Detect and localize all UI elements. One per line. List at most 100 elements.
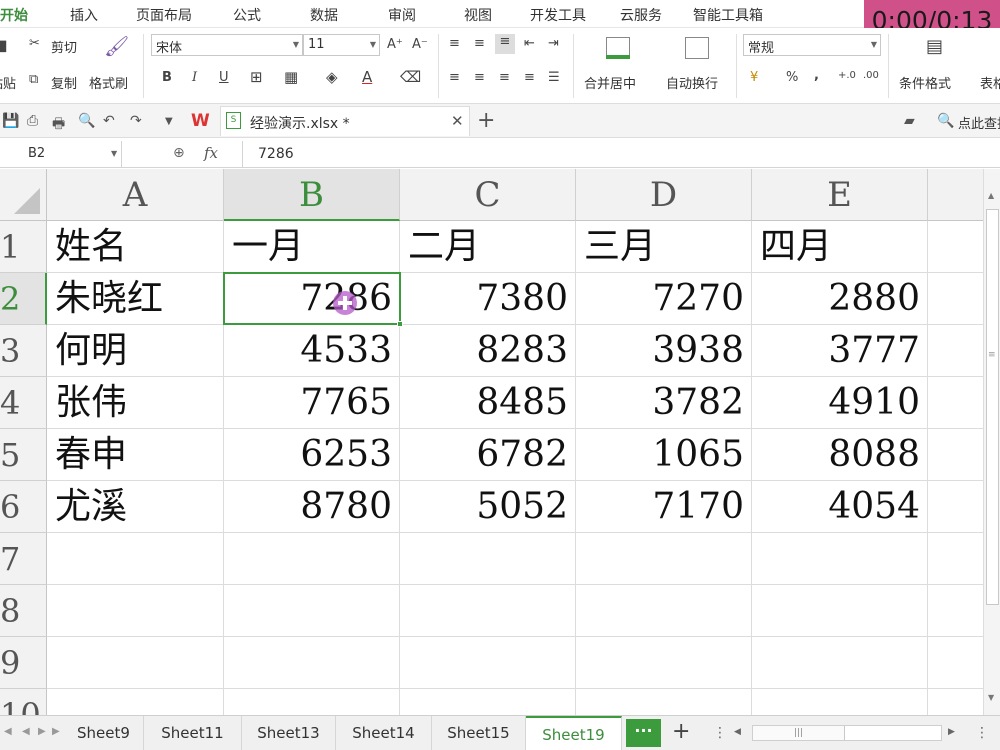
distributed-align-icon[interactable]: ☰ bbox=[548, 70, 560, 85]
cell-c10[interactable] bbox=[400, 689, 576, 715]
indent-decrease-icon[interactable]: ⇤ bbox=[524, 36, 535, 51]
menu-cloud[interactable]: 云服务 bbox=[620, 5, 662, 25]
font-name-select[interactable]: 宋体 ▼ bbox=[151, 34, 303, 56]
cell-c2[interactable]: 7380 bbox=[400, 273, 576, 325]
cell-b3[interactable]: 4533 bbox=[224, 325, 400, 377]
cell-a2[interactable]: 朱晓红 bbox=[47, 273, 224, 325]
row-header[interactable]: 5 bbox=[0, 429, 47, 481]
horizontal-scrollbar[interactable]: ||| bbox=[752, 725, 942, 741]
cell-e1[interactable]: 四月 bbox=[752, 221, 928, 273]
cell-e9[interactable] bbox=[752, 637, 928, 689]
save-icon[interactable]: 💾 bbox=[2, 113, 19, 129]
horizontal-scroll-thumb[interactable]: ||| bbox=[753, 726, 845, 740]
row-header[interactable]: 6 bbox=[0, 481, 47, 533]
cell-d4[interactable]: 3782 bbox=[576, 377, 752, 429]
row-header[interactable]: 1 bbox=[0, 221, 47, 273]
italic-button[interactable]: I bbox=[192, 70, 197, 85]
more-sheets-button[interactable]: ··· bbox=[626, 719, 661, 747]
cell-c4[interactable]: 8485 bbox=[400, 377, 576, 429]
cell-a8[interactable] bbox=[47, 585, 224, 637]
split-handle-icon[interactable]: ⋮ bbox=[975, 725, 989, 741]
cell-d9[interactable] bbox=[576, 637, 752, 689]
undo-icon[interactable]: ↶ bbox=[103, 113, 115, 129]
copy-button[interactable]: 复制 bbox=[51, 73, 77, 92]
export-pdf-icon[interactable]: ⎙ bbox=[27, 113, 38, 129]
scroll-down-icon[interactable]: ▼ bbox=[988, 693, 994, 702]
cell-c7[interactable] bbox=[400, 533, 576, 585]
increase-decimal-icon[interactable]: +.0 bbox=[838, 70, 856, 81]
cell-f7[interactable] bbox=[928, 533, 983, 585]
row-header[interactable]: 10 bbox=[0, 689, 47, 715]
cell-d5[interactable]: 1065 bbox=[576, 429, 752, 481]
redo-icon[interactable]: ↷ bbox=[130, 113, 142, 129]
font-shrink-button[interactable]: A⁻ bbox=[412, 37, 428, 52]
align-justify-icon[interactable]: ≡ bbox=[524, 70, 535, 85]
sheet-tab[interactable]: Sheet9 bbox=[64, 716, 144, 750]
sheet-tab[interactable]: Sheet11 bbox=[144, 716, 242, 750]
wrap-text-button[interactable]: 自动换行 bbox=[666, 73, 718, 92]
menu-view[interactable]: 视图 bbox=[464, 5, 492, 25]
align-bottom-icon[interactable]: ≡ bbox=[495, 34, 515, 54]
cell-b9[interactable] bbox=[224, 637, 400, 689]
menu-review[interactable]: 审阅 bbox=[388, 5, 416, 25]
cell-a5[interactable]: 春申 bbox=[47, 429, 224, 481]
format-painter-button[interactable]: 格式刷 bbox=[89, 73, 128, 92]
cell-d6[interactable]: 7170 bbox=[576, 481, 752, 533]
sheet-tab[interactable]: Sheet15 bbox=[432, 716, 526, 750]
cell-d1[interactable]: 三月 bbox=[576, 221, 752, 273]
print-preview-icon[interactable]: 🔍 bbox=[78, 113, 95, 129]
cell-a7[interactable] bbox=[47, 533, 224, 585]
sheet-tab[interactable]: Sheet14 bbox=[336, 716, 432, 750]
paste-button[interactable]: 粘贴 bbox=[0, 73, 16, 92]
cell-b2[interactable]: 7286 bbox=[224, 273, 400, 325]
cell-b7[interactable] bbox=[224, 533, 400, 585]
formula-input[interactable]: 7286 bbox=[242, 141, 1000, 168]
cell-f3[interactable] bbox=[928, 325, 983, 377]
cell-e2[interactable]: 2880 bbox=[752, 273, 928, 325]
command-search-input[interactable]: 点此查找命令 bbox=[958, 113, 1000, 132]
menu-smart-toolbox[interactable]: 智能工具箱 bbox=[693, 5, 763, 25]
cell-e10[interactable] bbox=[752, 689, 928, 715]
cell-fill-pattern-icon[interactable]: ▦ bbox=[284, 68, 298, 86]
thousands-separator-button[interactable]: , bbox=[814, 68, 819, 83]
add-sheet-button[interactable]: + bbox=[672, 719, 690, 744]
print-icon[interactable]: 🖶 bbox=[52, 113, 65, 137]
vertical-scroll-thumb[interactable]: ≡ bbox=[986, 209, 999, 605]
tab-scroll-left-icon[interactable]: ⋮ bbox=[713, 725, 727, 741]
cell-f8[interactable] bbox=[928, 585, 983, 637]
cell-b6[interactable]: 8780 bbox=[224, 481, 400, 533]
column-header-e[interactable]: E bbox=[752, 169, 928, 221]
fill-color-icon[interactable]: ◈ bbox=[326, 68, 338, 86]
insert-function-button[interactable]: fx bbox=[204, 144, 218, 162]
cell-c6[interactable]: 5052 bbox=[400, 481, 576, 533]
sheet-tab[interactable]: Sheet13 bbox=[242, 716, 336, 750]
align-center-icon[interactable]: ≡ bbox=[474, 70, 485, 85]
select-all-corner[interactable] bbox=[0, 169, 47, 221]
percent-button[interactable]: % bbox=[786, 70, 798, 85]
menu-data[interactable]: 数据 bbox=[310, 5, 338, 25]
font-grow-button[interactable]: A⁺ bbox=[387, 37, 403, 52]
cell-c9[interactable] bbox=[400, 637, 576, 689]
font-size-select[interactable]: 11 ▼ bbox=[303, 34, 380, 56]
cell-e4[interactable]: 4910 bbox=[752, 377, 928, 429]
bold-button[interactable]: B bbox=[162, 70, 172, 85]
menu-developer[interactable]: 开发工具 bbox=[530, 5, 586, 25]
cell-a4[interactable]: 张伟 bbox=[47, 377, 224, 429]
table-style-button[interactable]: 表格样式 bbox=[980, 73, 1000, 92]
last-sheet-icon[interactable]: ▶ bbox=[52, 726, 60, 737]
align-right-icon[interactable]: ≡ bbox=[499, 70, 510, 85]
chevron-down-icon[interactable]: ▼ bbox=[111, 149, 117, 158]
cell-e7[interactable] bbox=[752, 533, 928, 585]
borders-icon[interactable]: ⊞ bbox=[250, 68, 263, 86]
cell-c1[interactable]: 二月 bbox=[400, 221, 576, 273]
customize-dropdown-icon[interactable]: ▼ bbox=[165, 116, 173, 127]
align-top-icon[interactable]: ≡ bbox=[449, 36, 460, 51]
cell-a9[interactable] bbox=[47, 637, 224, 689]
number-format-select[interactable]: 常规 ▼ bbox=[743, 34, 881, 56]
conditional-format-button[interactable]: 条件格式 bbox=[899, 73, 951, 92]
row-header[interactable]: 2 bbox=[0, 273, 47, 325]
cell-f5[interactable] bbox=[928, 429, 983, 481]
row-header[interactable]: 8 bbox=[0, 585, 47, 637]
cell-f9[interactable] bbox=[928, 637, 983, 689]
underline-button[interactable]: U bbox=[219, 70, 229, 85]
